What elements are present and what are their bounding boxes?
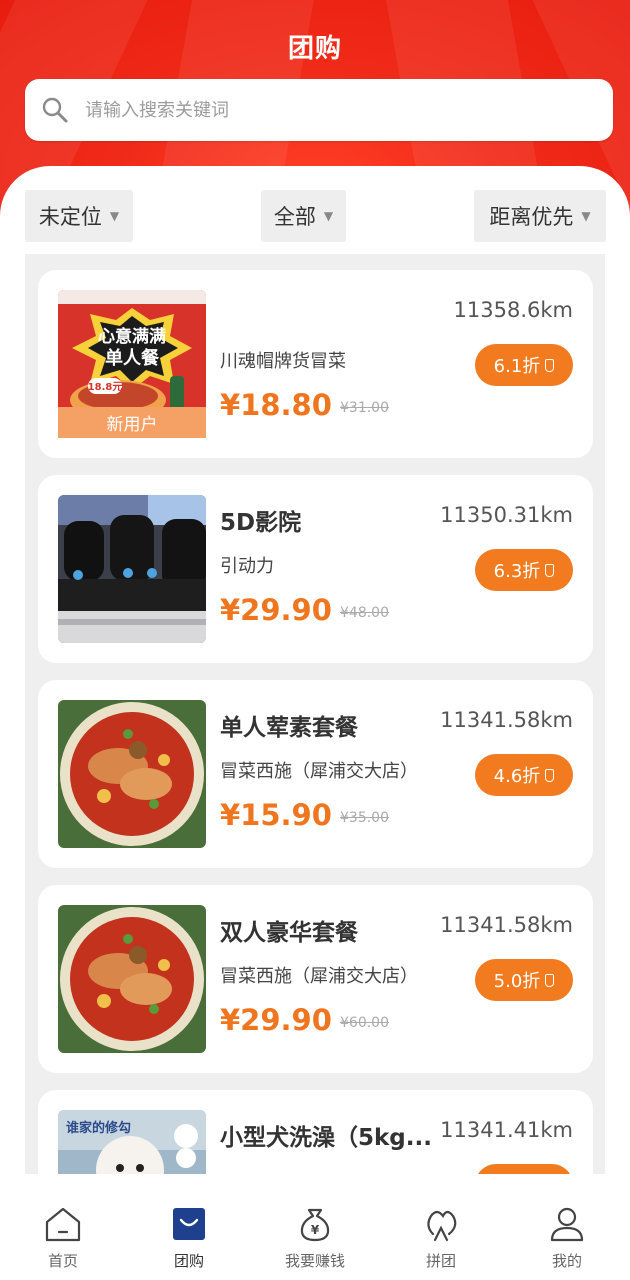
original-price: ¥31.00	[340, 400, 389, 416]
tab-earn-money-label: 我要赚钱	[284, 1252, 345, 1270]
deal-card[interactable]: 心意满满 单人餐 18.8元 新用户 川魂帽牌货冒菜 ¥18.80 ¥31.00…	[38, 270, 593, 458]
deal-image-dog: 谁家的修勾	[58, 1110, 206, 1174]
dog-image-caption: 谁家的修勾	[66, 1120, 131, 1136]
deal-price: ¥29.90	[220, 593, 332, 627]
original-price: ¥48.00	[340, 605, 389, 621]
tab-group-buy[interactable]: 团购	[126, 1174, 252, 1280]
new-user-badge: 新用户	[58, 407, 206, 438]
tab-earn-money[interactable]: ¥ 我要赚钱	[252, 1174, 378, 1280]
deal-list[interactable]: 心意满满 单人餐 18.8元 新用户 川魂帽牌货冒菜 ¥18.80 ¥31.00…	[25, 254, 605, 1174]
distance: 11350.31km	[440, 503, 573, 527]
discount-button[interactable]: 5.0折	[475, 959, 573, 1001]
search-input[interactable]	[85, 99, 565, 121]
caret-down-icon: ▼	[581, 209, 591, 223]
search-bar[interactable]	[25, 79, 613, 141]
shop-name: 川魂帽牌货冒菜	[220, 351, 346, 372]
page-title: 团购	[287, 34, 342, 64]
tab-group-label: 拼团	[425, 1252, 456, 1270]
tab-profile[interactable]: 我的	[504, 1174, 630, 1280]
shop-name: 冒菜西施（犀浦交大店）	[220, 761, 418, 782]
distance: 11341.58km	[440, 913, 573, 937]
location-filter-label: 未定位	[38, 205, 102, 229]
discount-label: 6.1折	[493, 356, 541, 377]
deal-price: ¥15.90	[220, 798, 332, 832]
deal-name: 双人豪华套餐	[220, 920, 358, 946]
deal-image-hotpot	[58, 905, 206, 1053]
deal-card[interactable]: 单人荤素套餐 冒菜西施（犀浦交大店） ¥15.90 ¥35.00 11341.5…	[38, 680, 593, 868]
user-icon	[550, 1207, 584, 1242]
sort-filter[interactable]: 距离优先 ▼	[474, 190, 606, 242]
shopping-bag-icon	[173, 1208, 205, 1240]
money-bag-icon: ¥	[300, 1208, 330, 1242]
discount-button[interactable]: 6.3折	[475, 549, 573, 591]
home-icon	[45, 1207, 81, 1242]
category-filter-label: 全部	[273, 205, 316, 229]
distance: 11341.58km	[440, 708, 573, 732]
distance: 11341.41km	[440, 1118, 573, 1142]
deal-card[interactable]: 双人豪华套餐 冒菜西施（犀浦交大店） ¥29.90 ¥60.00 11341.5…	[38, 885, 593, 1073]
group-icon	[427, 1210, 457, 1242]
svg-text:¥: ¥	[311, 1223, 320, 1237]
deal-price: ¥29.90	[220, 1003, 332, 1037]
deal-card[interactable]: 5D影院 引动力 ¥29.90 ¥48.00 11350.31km 6.3折	[38, 475, 593, 663]
distance: 11358.6km	[453, 298, 573, 322]
tab-group-buy-label: 团购	[173, 1252, 204, 1270]
deal-card[interactable]: 谁家的修勾 小型犬洗澡（5kg... 11341.41km	[38, 1090, 593, 1174]
bottom-tab-bar: 首页 团购 ¥ 我要赚钱 拼团 我的	[0, 1174, 630, 1280]
discount-button[interactable]	[475, 1164, 573, 1174]
deal-name: 5D影院	[220, 510, 302, 536]
sort-filter-label: 距离优先	[489, 205, 574, 229]
discount-button[interactable]: 6.1折	[475, 344, 573, 386]
tag-icon	[545, 768, 555, 782]
search-icon	[42, 97, 68, 123]
tag-icon	[545, 563, 555, 577]
category-filter[interactable]: 全部 ▼	[261, 190, 346, 242]
deal-image-cinema	[58, 495, 206, 643]
deal-image-hotpot	[58, 700, 206, 848]
tab-home[interactable]: 首页	[0, 1174, 126, 1280]
caret-down-icon: ▼	[109, 209, 120, 223]
tag-icon	[545, 973, 555, 987]
original-price: ¥35.00	[340, 810, 389, 826]
tab-group[interactable]: 拼团	[378, 1174, 504, 1280]
caret-down-icon: ▼	[323, 209, 334, 223]
tab-home-label: 首页	[47, 1252, 78, 1270]
poster-price-text: 18.8元	[88, 381, 123, 393]
discount-button[interactable]: 4.6折	[475, 754, 573, 796]
shop-name: 冒菜西施（犀浦交大店）	[220, 966, 418, 987]
deal-name: 小型犬洗澡（5kg...	[220, 1125, 432, 1151]
discount-label: 6.3折	[493, 561, 541, 582]
tag-icon	[545, 358, 555, 372]
deal-name: 单人荤素套餐	[220, 715, 358, 741]
poster-subtitle-text: 单人餐	[105, 347, 160, 369]
discount-label: 4.6折	[493, 766, 541, 787]
discount-label: 5.0折	[493, 971, 541, 992]
deal-price: ¥18.80	[220, 388, 332, 422]
original-price: ¥60.00	[340, 1015, 389, 1031]
tab-profile-label: 我的	[551, 1252, 582, 1270]
shop-name: 引动力	[220, 556, 274, 577]
location-filter[interactable]: 未定位 ▼	[25, 190, 133, 242]
poster-title-text: 心意满满	[98, 326, 166, 347]
